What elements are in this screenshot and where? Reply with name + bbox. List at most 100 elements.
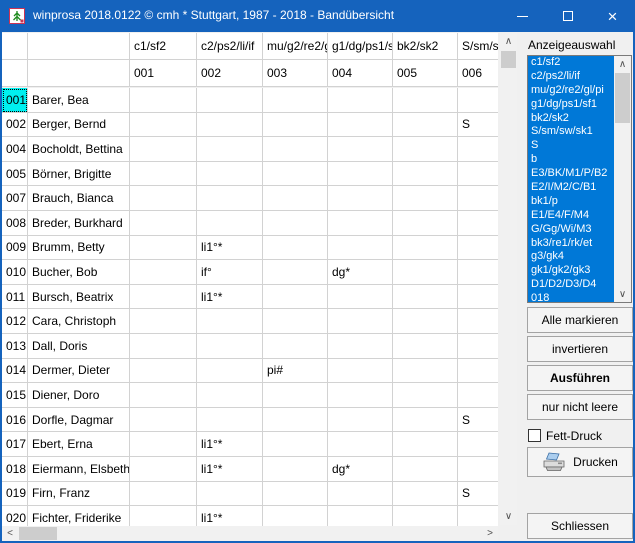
course-cell[interactable] <box>263 383 328 408</box>
course-cell[interactable] <box>197 112 263 138</box>
student-name-cell[interactable]: Bursch, Beatrix <box>28 284 130 310</box>
titlebar[interactable]: winprosa 2018.0122 © cmh * Stuttgart, 19… <box>0 0 635 32</box>
row-number-cell[interactable]: 015 <box>2 383 28 408</box>
course-cell[interactable] <box>130 309 197 334</box>
course-cell[interactable] <box>458 456 498 482</box>
course-cell[interactable] <box>393 112 458 138</box>
course-cell[interactable]: li1°* <box>197 506 263 526</box>
course-cell[interactable] <box>393 137 458 162</box>
list-item[interactable]: b <box>528 153 614 168</box>
course-cell[interactable] <box>393 481 458 507</box>
course-cell[interactable] <box>130 137 197 162</box>
course-cell[interactable] <box>393 88 458 113</box>
course-cell[interactable] <box>197 383 263 408</box>
listbox-scrollbar-thumb[interactable] <box>615 73 630 123</box>
course-cell[interactable] <box>130 161 197 187</box>
course-cell[interactable] <box>263 432 328 457</box>
list-item[interactable]: S/sm/sw/sk1 <box>528 125 614 140</box>
row-number-cell[interactable]: 018 <box>2 456 28 482</box>
row-number-cell[interactable]: 001 <box>2 88 28 113</box>
course-cell[interactable] <box>197 210 263 236</box>
course-cell[interactable] <box>263 161 328 187</box>
course-cell[interactable] <box>130 432 197 457</box>
course-cell[interactable] <box>328 284 393 310</box>
course-cell[interactable] <box>328 161 393 187</box>
course-cell[interactable] <box>130 506 197 526</box>
student-name-cell[interactable]: Bucher, Bob <box>28 260 130 285</box>
course-cell[interactable] <box>197 88 263 113</box>
course-cell[interactable] <box>130 88 197 113</box>
student-name-cell[interactable]: Diener, Doro <box>28 383 130 408</box>
student-name-cell[interactable]: Breder, Burkhard <box>28 210 130 236</box>
listbox-scroll-down-icon[interactable]: ∨ <box>614 286 631 302</box>
course-cell[interactable] <box>197 333 263 359</box>
course-cell[interactable] <box>130 210 197 236</box>
course-cell[interactable] <box>130 186 197 211</box>
row-number-cell[interactable]: 016 <box>2 407 28 433</box>
course-cell[interactable] <box>393 333 458 359</box>
course-cell[interactable] <box>263 112 328 138</box>
course-cell[interactable] <box>458 284 498 310</box>
list-item[interactable]: g1/dg/ps1/sf1 <box>528 97 614 112</box>
course-cell[interactable]: pi# <box>263 358 328 384</box>
student-name-cell[interactable]: Firn, Franz <box>28 481 130 507</box>
course-cell[interactable] <box>458 161 498 187</box>
course-cell[interactable]: dg* <box>328 456 393 482</box>
course-cell[interactable] <box>328 383 393 408</box>
student-name-cell[interactable]: Brauch, Bianca <box>28 186 130 211</box>
course-cell[interactable] <box>393 186 458 211</box>
list-item[interactable]: bk3/re1/rk/et <box>528 236 614 251</box>
course-cell[interactable] <box>328 186 393 211</box>
list-item[interactable]: E1/E4/F/M4 <box>528 208 614 223</box>
student-name-cell[interactable]: Barer, Bea <box>28 88 130 113</box>
alle-markieren-button[interactable]: Alle markieren <box>527 307 633 333</box>
listbox-scrollbar[interactable]: ∧ ∨ <box>614 56 631 302</box>
list-item[interactable]: D1/D2/D3/D4 <box>528 278 614 293</box>
course-cell[interactable] <box>197 161 263 187</box>
course-cell[interactable]: li1°* <box>197 235 263 261</box>
course-cell[interactable] <box>458 235 498 261</box>
schliessen-button[interactable]: Schliessen <box>527 513 633 539</box>
course-cell[interactable] <box>458 260 498 285</box>
course-cell[interactable] <box>393 284 458 310</box>
course-cell[interactable] <box>328 333 393 359</box>
list-item[interactable]: c1/sf2 <box>528 56 614 70</box>
student-name-cell[interactable]: Berger, Bernd <box>28 112 130 138</box>
course-cell[interactable] <box>328 481 393 507</box>
course-cell[interactable] <box>328 235 393 261</box>
row-number-cell[interactable]: 011 <box>2 284 28 310</box>
drucken-button[interactable]: Drucken <box>527 447 633 477</box>
listbox-scroll-up-icon[interactable]: ∧ <box>614 56 631 72</box>
course-cell[interactable] <box>393 161 458 187</box>
list-item[interactable]: G/Gg/Wi/M3 <box>528 222 614 237</box>
course-cell[interactable] <box>263 186 328 211</box>
course-cell[interactable] <box>263 506 328 526</box>
list-item[interactable]: mu/g2/re2/gl/pi <box>528 83 614 98</box>
course-cell[interactable] <box>328 137 393 162</box>
fett-druck-checkbox[interactable] <box>528 429 541 442</box>
course-cell[interactable]: li1°* <box>197 432 263 457</box>
course-cell[interactable] <box>197 481 263 507</box>
course-cell[interactable] <box>263 407 328 433</box>
course-cell[interactable] <box>197 186 263 211</box>
student-name-cell[interactable]: Dermer, Dieter <box>28 358 130 384</box>
course-cell[interactable] <box>263 235 328 261</box>
row-number-cell[interactable]: 017 <box>2 432 28 457</box>
course-cell[interactable] <box>130 407 197 433</box>
student-name-cell[interactable]: Dorfle, Dagmar <box>28 407 130 433</box>
table-horizontal-scrollbar[interactable]: < > <box>2 526 498 541</box>
course-cell[interactable] <box>458 506 498 526</box>
scroll-right-icon[interactable]: > <box>482 526 498 541</box>
course-cell[interactable] <box>328 506 393 526</box>
list-item[interactable]: bk2/sk2 <box>528 111 614 126</box>
course-cell[interactable] <box>130 235 197 261</box>
row-number-cell[interactable]: 012 <box>2 309 28 334</box>
course-cell[interactable] <box>458 333 498 359</box>
list-item[interactable]: c2/ps2/li/if <box>528 69 614 84</box>
course-cell[interactable] <box>328 309 393 334</box>
student-name-cell[interactable]: Brumm, Betty <box>28 235 130 261</box>
minimize-button[interactable] <box>500 0 545 32</box>
course-cell[interactable] <box>263 210 328 236</box>
course-cell[interactable] <box>130 284 197 310</box>
scroll-up-icon[interactable]: ∧ <box>500 33 517 50</box>
